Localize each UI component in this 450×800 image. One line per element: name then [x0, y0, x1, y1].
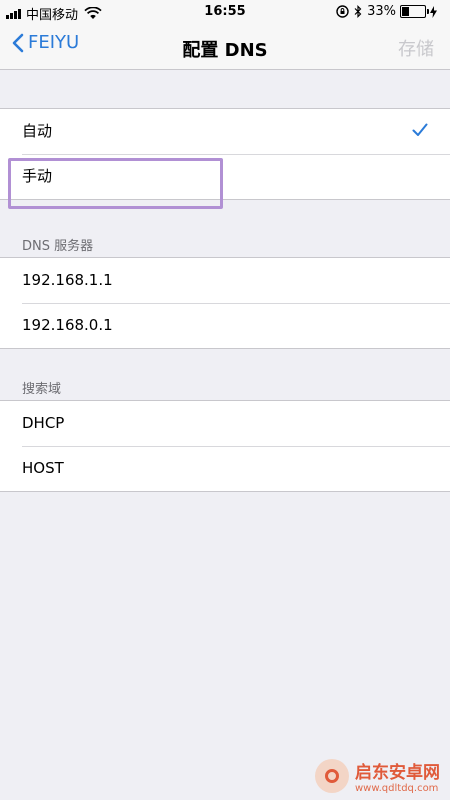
dns-server-address: 192.168.0.1 — [22, 316, 113, 334]
navigation-bar: FEIYU 配置 DNS 存储 — [0, 24, 450, 70]
search-domain-value: DHCP — [22, 414, 65, 432]
save-button[interactable]: 存储 — [398, 35, 434, 61]
battery-fill — [402, 7, 409, 16]
battery-icon — [400, 5, 429, 18]
dns-server-row[interactable]: 192.168.1.1 — [0, 258, 450, 303]
bluetooth-icon — [354, 5, 362, 18]
search-domain-row[interactable]: HOST — [0, 446, 450, 491]
search-domain-row[interactable]: DHCP — [0, 401, 450, 446]
search-domains-header: 搜索域 — [22, 382, 62, 397]
checkmark-icon — [412, 123, 428, 136]
mode-option-automatic[interactable]: 自动 — [0, 109, 450, 154]
dns-server-address: 192.168.1.1 — [22, 271, 113, 289]
watermark-name: 启东安卓网 — [355, 763, 440, 783]
dns-server-row[interactable]: 192.168.0.1 — [0, 303, 450, 348]
watermark-text: 启东安卓网 www.qdltdq.com — [355, 758, 440, 794]
battery-tip — [427, 9, 429, 14]
status-bar: 中国移动 16:55 33% — [0, 0, 450, 24]
status-right: 33% — [336, 4, 442, 19]
watermark-logo-icon — [315, 759, 349, 793]
search-domain-value: HOST — [22, 459, 64, 477]
charging-icon — [430, 5, 437, 18]
dns-servers-header: DNS 服务器 — [22, 239, 94, 254]
watermark: 启东安卓网 www.qdltdq.com — [315, 758, 440, 794]
highlight-frame — [8, 158, 223, 209]
lock-rotation-icon — [336, 5, 349, 18]
search-domains-group: DHCP HOST — [0, 400, 450, 492]
page-title: 配置 DNS — [182, 40, 268, 61]
dns-servers-group: 192.168.1.1 192.168.0.1 — [0, 257, 450, 349]
battery-percent: 33% — [367, 4, 396, 19]
mode-option-label: 自动 — [22, 122, 53, 140]
watermark-url: www.qdltdq.com — [355, 783, 439, 794]
